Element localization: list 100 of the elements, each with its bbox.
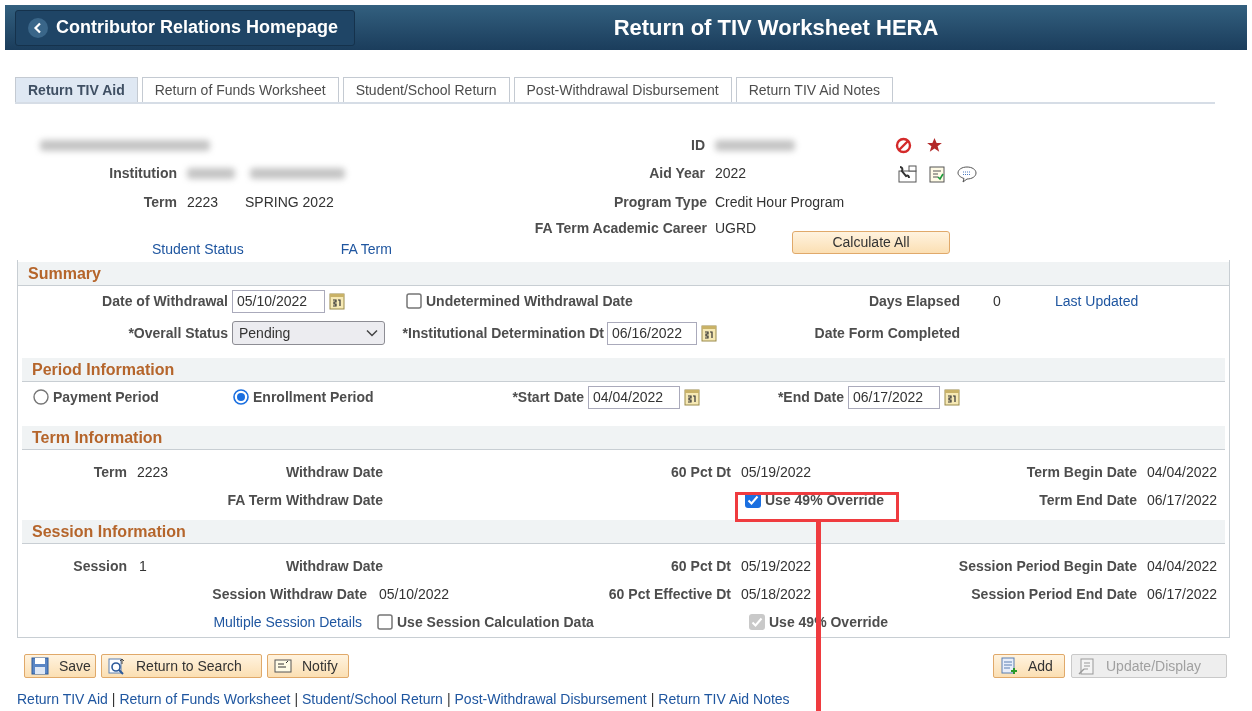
field-value: 2223 — [137, 462, 169, 482]
field-value: 0 — [993, 291, 1001, 311]
link[interactable]: Return TIV Aid Notes — [658, 688, 790, 710]
toolbar-button[interactable]: Add — [993, 654, 1065, 678]
calendar-icon — [684, 388, 700, 406]
field-label: Program Type — [613, 193, 707, 212]
field-value: 06/17/2022 — [1147, 490, 1218, 510]
date-field[interactable]: 05/10/2022 — [232, 289, 325, 313]
toolbar-button[interactable]: Return to Search — [101, 654, 262, 678]
tab[interactable]: Return of Funds Worksheet — [141, 77, 339, 102]
calendar-icon — [701, 324, 717, 342]
field-label: *Institutional Determination Dt — [402, 323, 604, 343]
link[interactable]: Post-Withdrawal Disbursement — [454, 688, 647, 710]
calendar-icon — [329, 292, 345, 310]
field-label: Withdraw Date — [285, 556, 383, 576]
field-label: Term — [93, 462, 127, 482]
field-label: 60 Pct Effective Dt — [608, 585, 731, 604]
back-button[interactable]: Contributor Relations Homepage — [15, 9, 355, 46]
field-value: 06/17/2022 — [1147, 585, 1218, 604]
back-icon — [28, 17, 48, 38]
section-title: Term Information — [32, 427, 163, 448]
field-value: 04/04/2022 — [1147, 462, 1218, 482]
no-entry-icon — [895, 136, 912, 154]
separator: | — [446, 689, 451, 709]
field-label: FA Term Withdraw Date — [227, 490, 383, 510]
link[interactable]: Return of Funds Worksheet — [119, 688, 291, 710]
link[interactable]: Student/School Return — [302, 688, 443, 710]
field-label: Withdraw Date — [285, 462, 383, 482]
link[interactable]: Last Updated — [1055, 290, 1139, 312]
tab[interactable]: Post-Withdrawal Disbursement — [513, 77, 732, 102]
calculate-all-button[interactable]: Calculate All — [792, 231, 950, 254]
checkbox-label: Use Session Calculation Data — [397, 612, 594, 632]
link[interactable]: FA Term — [340, 238, 392, 260]
field-label: Session Period Begin Date — [958, 556, 1137, 576]
toolbar-button[interactable]: Save — [24, 654, 96, 678]
field-label: Date of Withdrawal — [102, 291, 228, 311]
tab[interactable]: Return TIV Aid — [15, 77, 138, 102]
field-label: Session — [73, 556, 127, 576]
field-value: 04/04/2022 — [1147, 556, 1218, 576]
field-value: 05/19/2022 — [741, 462, 812, 482]
toolbar-button[interactable]: Notify — [267, 654, 349, 678]
star-icon — [926, 136, 943, 154]
checklist-icon — [929, 164, 945, 183]
field-value: UGRD — [715, 218, 757, 238]
redacted-text — [187, 168, 235, 179]
separator: | — [111, 689, 116, 709]
field-label: 60 Pct Dt — [671, 462, 731, 482]
separator: | — [650, 689, 655, 709]
field-value: 05/19/2022 — [741, 556, 812, 576]
field-value: 05/18/2022 — [741, 585, 812, 604]
date-field[interactable]: 06/16/2022 — [607, 321, 697, 345]
link[interactable]: Return TIV Aid — [17, 688, 108, 710]
tab[interactable]: Student/School Return — [342, 77, 510, 102]
link[interactable]: Student Status — [152, 238, 244, 260]
field-label: Session Period End Date — [971, 585, 1137, 604]
field-label: Institution — [109, 164, 177, 183]
field-value: Credit Hour Program — [715, 193, 845, 212]
radio-button[interactable] — [233, 389, 249, 405]
chevron-down-icon — [366, 329, 378, 337]
checkbox-label: Use 49% Override — [765, 490, 885, 510]
field-value: SPRING 2022 — [245, 193, 334, 212]
separator: | — [294, 689, 298, 709]
section-title: Period Information — [32, 359, 175, 380]
date-field[interactable]: 06/17/2022 — [848, 385, 940, 409]
tab[interactable]: Return TIV Aid Notes — [735, 77, 893, 102]
field-label: Term Begin Date — [1026, 462, 1137, 482]
field-value: 05/10/2022 — [379, 585, 450, 604]
field-label: 60 Pct Dt — [671, 556, 731, 576]
radio-label: Enrollment Period — [253, 387, 374, 407]
document-edit-icon — [1078, 657, 1096, 675]
radio-label: Payment Period — [53, 387, 159, 407]
field-label: Days Elapsed — [868, 291, 960, 311]
dropdown-value: Pending — [239, 323, 291, 343]
checkbox[interactable] — [406, 293, 422, 309]
document-add-icon — [1000, 657, 1018, 675]
field-label: *Overall Status — [128, 323, 228, 343]
save-icon — [31, 657, 49, 675]
checkbox-label: Undetermined Withdrawal Date — [426, 291, 633, 311]
link[interactable]: Multiple Session Details — [213, 611, 362, 633]
status-dropdown[interactable]: Pending — [232, 321, 385, 345]
field-label: Term End Date — [1039, 490, 1137, 510]
field-label: Date Form Completed — [814, 323, 960, 343]
section-title: Session Information — [32, 521, 186, 542]
field-label: ID — [691, 135, 705, 155]
checkbox[interactable] — [377, 614, 393, 630]
field-label: FA Term Academic Career — [534, 218, 707, 238]
field-label: Aid Year — [649, 164, 705, 183]
radio-button[interactable] — [33, 389, 49, 405]
page-title: Return of TIV Worksheet HERA — [613, 14, 939, 42]
field-label: Term — [143, 193, 177, 212]
date-field[interactable]: 04/04/2022 — [588, 385, 680, 409]
field-label: Session Withdraw Date — [212, 585, 367, 604]
phone-note-icon — [898, 164, 917, 183]
field-value: 2223 — [187, 193, 219, 212]
field-value: 2022 — [715, 164, 747, 183]
document-search-icon — [108, 657, 126, 675]
field-value: 1 — [139, 556, 147, 576]
field-label: *End Date — [777, 387, 844, 407]
section-title: Summary — [28, 263, 101, 284]
calendar-icon — [944, 388, 960, 406]
